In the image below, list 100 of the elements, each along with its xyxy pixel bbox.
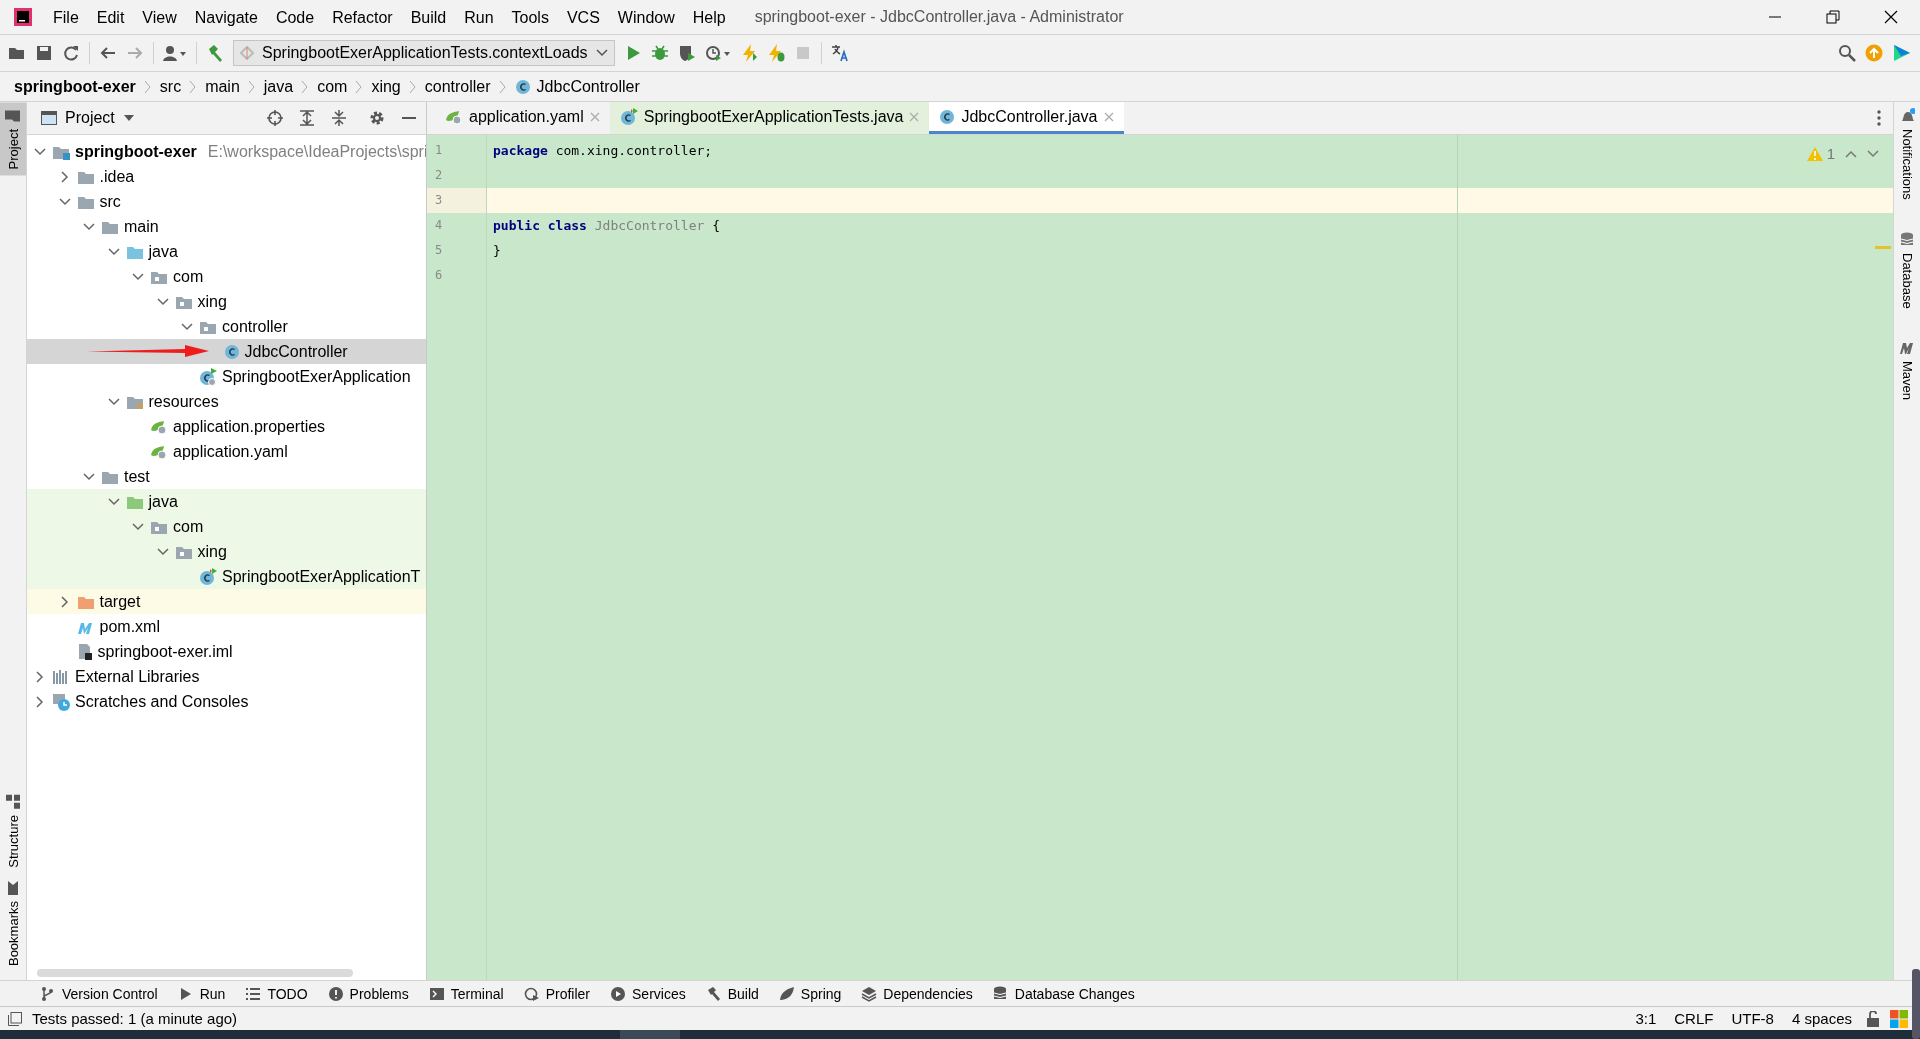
tool-window-button[interactable]: Version Control	[40, 985, 158, 1002]
breadcrumb[interactable]: com	[317, 77, 348, 96]
tree-item[interactable]: SpringbootExerApplication	[27, 364, 426, 389]
tool-window-button[interactable]: Terminal	[428, 985, 504, 1002]
menu-item[interactable]: Help	[683, 0, 735, 35]
tree-item[interactable]: xing	[27, 539, 426, 564]
tool-window-button[interactable]: Services	[610, 985, 686, 1002]
tool-window-button[interactable]: Database	[1894, 225, 1920, 315]
chevron-down-icon[interactable]	[107, 497, 120, 506]
tree-item[interactable]: application.properties	[27, 414, 426, 439]
tool-window-button[interactable]: Build	[705, 985, 759, 1002]
chevron-down-icon[interactable]	[83, 472, 95, 481]
coverage-shield-icon[interactable]	[677, 44, 696, 62]
chevron-down-icon[interactable]	[156, 297, 169, 306]
chevron-down-icon[interactable]	[1867, 149, 1879, 158]
project-view-dropdown[interactable]: Project	[41, 109, 135, 127]
tree-item[interactable]: Scratches and Consoles	[27, 689, 426, 714]
tool-window-button[interactable]: Dependencies	[861, 985, 973, 1002]
tree-item[interactable]: springboot-exer E:\workspace\IdeaProjects\spri	[27, 139, 426, 164]
chevron-down-icon[interactable]	[107, 247, 120, 256]
menu-item[interactable]: Code	[266, 0, 324, 35]
save-icon[interactable]	[35, 44, 53, 62]
breadcrumb[interactable]: src	[159, 77, 182, 96]
editor-tab[interactable]: application.yaml	[435, 102, 610, 134]
menu-item[interactable]: Navigate	[185, 0, 267, 35]
tree-item[interactable]: pom.xml	[27, 614, 426, 639]
menu-item[interactable]: View	[133, 0, 186, 35]
chevron-down-icon[interactable]	[181, 322, 193, 331]
tree-item[interactable]: src	[27, 189, 426, 214]
status-item[interactable]: 4 spaces	[1787, 1010, 1856, 1027]
code-editor[interactable]: 1 2 3 4 5 6 package com.xing.controller; public class JdbcController { } 1	[427, 135, 1893, 980]
status-item[interactable]: UTF-8	[1727, 1010, 1778, 1027]
toolbox-logo-icon[interactable]	[1892, 43, 1912, 63]
tree-item[interactable]: com	[27, 514, 426, 539]
chevron-down-icon[interactable]	[132, 522, 144, 531]
tree-item[interactable]: JdbcController	[27, 339, 426, 364]
tree-item[interactable]: target	[27, 589, 426, 614]
breadcrumb[interactable]: controller	[424, 77, 491, 96]
menu-item[interactable]: Tools	[502, 0, 558, 35]
tree-item[interactable]: External Libraries	[27, 664, 426, 689]
breadcrumb[interactable]: java	[263, 77, 294, 96]
tree-item[interactable]: java	[27, 239, 426, 264]
tree-item[interactable]: .idea	[27, 164, 426, 189]
tree-item[interactable]: resources	[27, 389, 426, 414]
search-icon[interactable]	[1838, 44, 1856, 62]
breadcrumb[interactable]: main	[205, 77, 240, 96]
chevron-right-icon[interactable]	[36, 695, 44, 708]
tool-window-button[interactable]: Profiler	[523, 985, 590, 1002]
panel-toggle-icon[interactable]	[8, 1011, 22, 1026]
hammer-icon[interactable]	[206, 44, 224, 62]
more-options-icon[interactable]	[1877, 110, 1881, 126]
chevron-down-icon[interactable]	[107, 397, 120, 406]
tool-window-button[interactable]: Spring	[778, 985, 842, 1002]
breadcrumb[interactable]: springboot-exer	[14, 77, 136, 96]
menu-item[interactable]: File	[44, 0, 88, 35]
chevron-right-icon[interactable]	[36, 670, 44, 683]
breadcrumb[interactable]: xing	[371, 77, 401, 96]
tree-item[interactable]: test	[27, 464, 426, 489]
chevron-down-icon[interactable]	[58, 197, 71, 206]
chevron-down-icon[interactable]	[156, 547, 169, 556]
tree-item[interactable]: xing	[27, 289, 426, 314]
tool-window-button[interactable]: Project	[0, 102, 26, 176]
expand-all-icon[interactable]	[298, 109, 316, 127]
menu-item[interactable]: Refactor	[323, 0, 402, 35]
close-button[interactable]	[1882, 9, 1900, 25]
tool-window-button[interactable]: Run	[177, 985, 226, 1002]
tool-window-button[interactable]: Bookmarks	[0, 873, 26, 972]
warning-marker[interactable]	[1875, 246, 1891, 249]
chevron-right-icon[interactable]	[60, 170, 69, 183]
run-configuration-dropdown[interactable]: SpringbootExerApplicationTests.contextLoads	[233, 40, 615, 66]
status-item[interactable]: CRLF	[1670, 1010, 1718, 1027]
chevron-down-icon[interactable]	[83, 222, 95, 231]
chevron-right-icon[interactable]	[60, 595, 69, 608]
chevron-down-icon[interactable]	[132, 272, 144, 281]
tree-item[interactable]: main	[27, 214, 426, 239]
tree-item[interactable]: java	[27, 489, 426, 514]
menu-item[interactable]: Build	[401, 0, 456, 35]
chevron-up-icon[interactable]	[1845, 149, 1857, 158]
status-item[interactable]: 3:1	[1631, 1010, 1661, 1027]
tree-item[interactable]: controller	[27, 314, 426, 339]
tool-window-button[interactable]: Problems	[327, 985, 409, 1002]
collapse-all-icon[interactable]	[330, 109, 348, 127]
menu-item[interactable]: Window	[608, 0, 684, 35]
sync-icon[interactable]	[62, 44, 80, 62]
menu-item[interactable]: VCS	[557, 0, 609, 35]
tool-window-button[interactable]: Maven	[1894, 334, 1920, 407]
profiler-dropdown-icon[interactable]	[704, 44, 731, 62]
tool-window-button[interactable]: Structure	[0, 788, 26, 874]
scrollbar-thumb[interactable]	[37, 969, 353, 977]
tree-item[interactable]: SpringbootExerApplicationT	[27, 564, 426, 589]
user-dropdown-icon[interactable]	[163, 44, 187, 62]
tool-window-button[interactable]: TODO	[245, 985, 308, 1002]
menu-item[interactable]: Edit	[87, 0, 134, 35]
crosshair-icon[interactable]	[266, 109, 284, 127]
warning-count[interactable]: 1	[1806, 145, 1835, 162]
tree-item[interactable]: springboot-exer.iml	[27, 639, 426, 664]
editor-tab[interactable]: JdbcController.java	[929, 102, 1124, 134]
menu-item[interactable]: Run	[455, 0, 503, 35]
tool-window-button[interactable]: Notifications	[1894, 102, 1920, 206]
tree-item[interactable]: com	[27, 264, 426, 289]
